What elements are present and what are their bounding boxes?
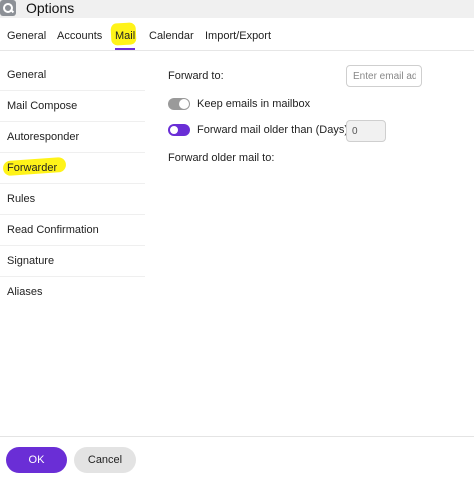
- sidebar-item-signature[interactable]: Signature: [0, 246, 145, 277]
- forward-older-label: Forward mail older than (Days):: [197, 124, 352, 136]
- dialog-footer: OK Cancel: [0, 436, 474, 483]
- forward-to-label: Forward to:: [168, 70, 224, 82]
- sidebar-item-mail-compose[interactable]: Mail Compose: [0, 91, 145, 122]
- window-title: Options: [26, 0, 75, 16]
- ok-button[interactable]: OK: [6, 447, 67, 473]
- sidebar-item-aliases[interactable]: Aliases: [0, 277, 145, 307]
- title-bar: Options: [0, 0, 474, 18]
- tab-accounts[interactable]: Accounts: [57, 24, 102, 50]
- tab-import-export[interactable]: Import/Export: [205, 24, 271, 50]
- keep-emails-toggle[interactable]: [168, 98, 190, 110]
- cancel-button[interactable]: Cancel: [74, 447, 136, 473]
- sidebar-item-general[interactable]: General: [0, 60, 145, 91]
- email-field[interactable]: [346, 65, 422, 87]
- sidebar: General Mail Compose Autoresponder Forwa…: [0, 60, 145, 307]
- tab-general[interactable]: General: [7, 24, 46, 50]
- keep-emails-label: Keep emails in mailbox: [197, 98, 311, 110]
- sidebar-item-rules[interactable]: Rules: [0, 184, 145, 215]
- sidebar-item-autoresponder[interactable]: Autoresponder: [0, 122, 145, 153]
- options-tabs: General Accounts Mail Calendar Import/Ex…: [0, 22, 474, 51]
- forward-older-toggle[interactable]: [168, 124, 190, 136]
- sidebar-item-forwarder[interactable]: Forwarder: [0, 153, 145, 184]
- sidebar-item-read-confirmation[interactable]: Read Confirmation: [0, 215, 145, 246]
- forwarder-panel: Forward to: Keep emails in mailbox Forwa…: [168, 60, 468, 180]
- forward-older-to-label: Forward older mail to:: [168, 152, 275, 164]
- days-field[interactable]: [346, 120, 386, 142]
- tab-calendar[interactable]: Calendar: [149, 24, 194, 50]
- search-icon: [0, 0, 16, 16]
- tab-mail[interactable]: Mail: [115, 24, 136, 50]
